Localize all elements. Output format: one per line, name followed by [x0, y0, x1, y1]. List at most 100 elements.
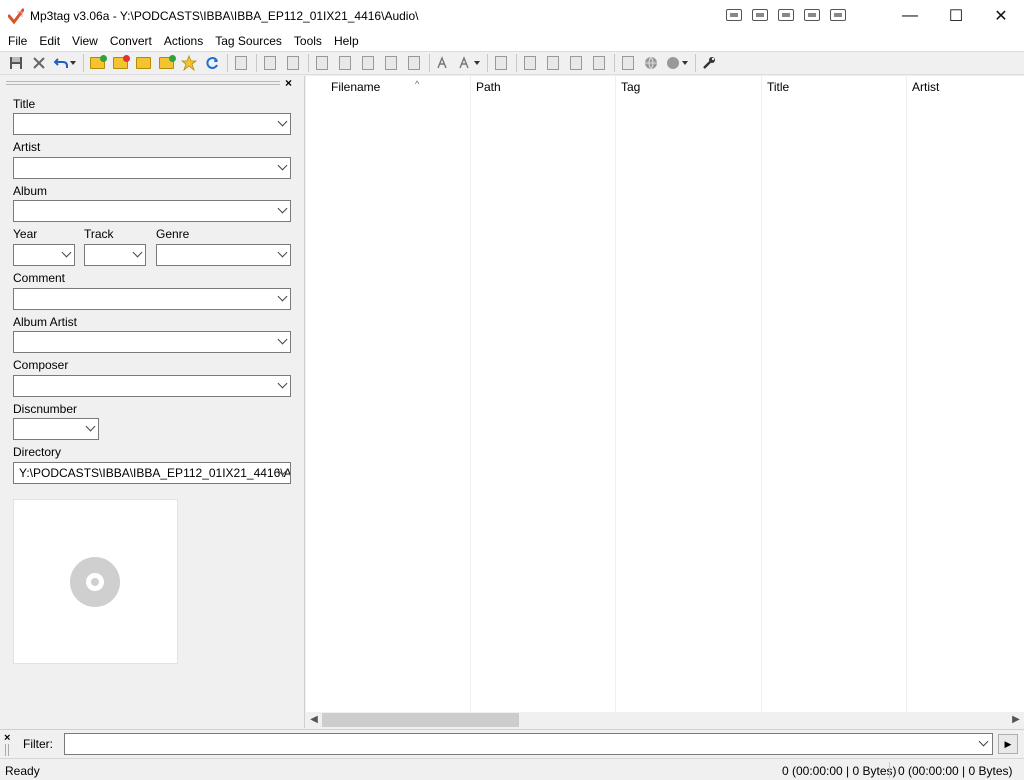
chevron-down-icon[interactable] — [277, 334, 288, 345]
filter-toggle-icon[interactable] — [830, 9, 846, 21]
action-3-icon[interactable] — [360, 55, 376, 71]
action-4-icon[interactable] — [383, 55, 399, 71]
text-format-icon[interactable] — [458, 55, 480, 71]
tag-filename-icon[interactable] — [262, 55, 278, 71]
case-conversion-icon[interactable] — [435, 55, 451, 71]
save-directory-icon[interactable] — [135, 55, 151, 71]
chevron-down-icon[interactable] — [61, 247, 72, 258]
print-icon[interactable] — [620, 55, 636, 71]
export-icon[interactable] — [522, 55, 538, 71]
column-divider[interactable] — [470, 76, 471, 712]
scroll-left-icon[interactable]: ◀ — [306, 712, 322, 728]
column-filename[interactable]: Filename ^ — [325, 76, 471, 98]
chevron-down-icon[interactable] — [132, 247, 143, 258]
chevron-down-icon[interactable] — [277, 247, 288, 258]
save-icon[interactable] — [8, 55, 24, 71]
tag-sources-icon[interactable] — [666, 55, 688, 71]
action-5-icon[interactable] — [406, 55, 422, 71]
directory-value: Y:\PODCASTS\IBBA\IBBA_EP112_01IX21_4416\… — [19, 466, 291, 480]
playlist-icon[interactable] — [545, 55, 561, 71]
app-logo-icon — [8, 8, 24, 24]
open-folder-icon[interactable] — [158, 55, 176, 71]
column-artist[interactable]: Artist — [906, 76, 1024, 98]
toolbar-separator — [487, 54, 488, 72]
horizontal-scrollbar[interactable]: ◀ ▶ — [306, 712, 1024, 728]
chevron-down-icon[interactable] — [277, 378, 288, 389]
cover-art[interactable] — [13, 499, 178, 664]
genre-field[interactable] — [156, 244, 291, 266]
menu-file[interactable]: File — [2, 31, 33, 51]
chevron-down-icon[interactable] — [277, 291, 288, 302]
column-divider[interactable] — [761, 76, 762, 712]
genre-label: Genre — [156, 227, 190, 241]
panel-close-icon[interactable]: × — [285, 76, 292, 90]
cd-icon — [70, 557, 120, 607]
file-list[interactable]: Filename ^ Path Tag Title Artist — [306, 76, 1024, 712]
column-path-label: Path — [476, 80, 501, 94]
column-title[interactable]: Title — [761, 76, 906, 98]
edit-tag-icon[interactable] — [493, 55, 509, 71]
minimize-button[interactable]: — — [887, 0, 933, 31]
view-mode-icon[interactable] — [726, 9, 742, 21]
filter-close-icon[interactable]: × — [4, 732, 10, 744]
action-1-icon[interactable] — [314, 55, 330, 71]
scroll-right-icon[interactable]: ▶ — [1008, 712, 1024, 728]
panel-grip[interactable] — [6, 81, 280, 85]
filter-input[interactable] — [64, 733, 993, 755]
comment-field[interactable] — [13, 288, 291, 310]
column-tag-label: Tag — [621, 80, 641, 94]
artist-field[interactable] — [13, 157, 291, 179]
menu-convert[interactable]: Convert — [104, 31, 158, 51]
extended-tags-icon[interactable] — [233, 55, 249, 71]
web-source-icon[interactable] — [643, 55, 659, 71]
composer-label: Composer — [13, 358, 69, 372]
remove-icon[interactable] — [31, 55, 47, 71]
change-directory-icon[interactable] — [89, 55, 107, 71]
composer-field[interactable] — [13, 375, 291, 397]
filter-grip[interactable] — [5, 744, 9, 756]
column-divider[interactable] — [906, 76, 907, 712]
favorites-icon[interactable] — [181, 55, 197, 71]
close-button[interactable]: ✕ — [978, 0, 1024, 31]
action-2-icon[interactable] — [337, 55, 353, 71]
menu-tag-sources[interactable]: Tag Sources — [209, 31, 288, 51]
refresh-icon[interactable] — [204, 55, 220, 71]
year-field[interactable] — [13, 244, 75, 266]
chevron-down-icon[interactable] — [277, 116, 288, 127]
column-tag[interactable]: Tag — [615, 76, 761, 98]
list-icon[interactable] — [568, 55, 584, 71]
discnumber-field[interactable] — [13, 418, 99, 440]
options-icon[interactable] — [701, 55, 717, 71]
column-divider[interactable] — [615, 76, 616, 712]
stats-icon[interactable] — [591, 55, 607, 71]
chevron-down-icon[interactable] — [978, 736, 989, 747]
cover-view-icon[interactable] — [804, 9, 820, 21]
chevron-down-icon[interactable] — [85, 421, 96, 432]
menu-view[interactable]: View — [66, 31, 104, 51]
chevron-down-icon[interactable] — [277, 160, 288, 171]
menu-help[interactable]: Help — [328, 31, 365, 51]
add-directory-icon[interactable] — [112, 55, 130, 71]
list-view-icon[interactable] — [778, 9, 794, 21]
menu-edit[interactable]: Edit — [33, 31, 66, 51]
directory-field[interactable]: Y:\PODCASTS\IBBA\IBBA_EP112_01IX21_4416\… — [13, 462, 291, 484]
toolbar — [0, 51, 1024, 75]
undo-icon[interactable] — [54, 55, 76, 71]
tag-panel-toggle-icon[interactable] — [752, 9, 768, 21]
scrollbar-thumb[interactable] — [322, 713, 519, 727]
album-label: Album — [13, 184, 48, 198]
track-field[interactable] — [84, 244, 146, 266]
album-artist-label: Album Artist — [13, 315, 78, 329]
chevron-down-icon[interactable] — [277, 203, 288, 214]
menu-actions[interactable]: Actions — [158, 31, 209, 51]
album-field[interactable] — [13, 200, 291, 222]
filter-apply-button[interactable]: ▶ — [998, 734, 1018, 754]
column-path[interactable]: Path — [470, 76, 615, 98]
menu-tools[interactable]: Tools — [288, 31, 328, 51]
filename-tag-icon[interactable] — [285, 55, 301, 71]
toolbar-separator — [83, 54, 84, 72]
maximize-button[interactable]: ☐ — [933, 0, 979, 31]
album-artist-field[interactable] — [13, 331, 291, 353]
year-label: Year — [13, 227, 38, 241]
title-field[interactable] — [13, 113, 291, 135]
